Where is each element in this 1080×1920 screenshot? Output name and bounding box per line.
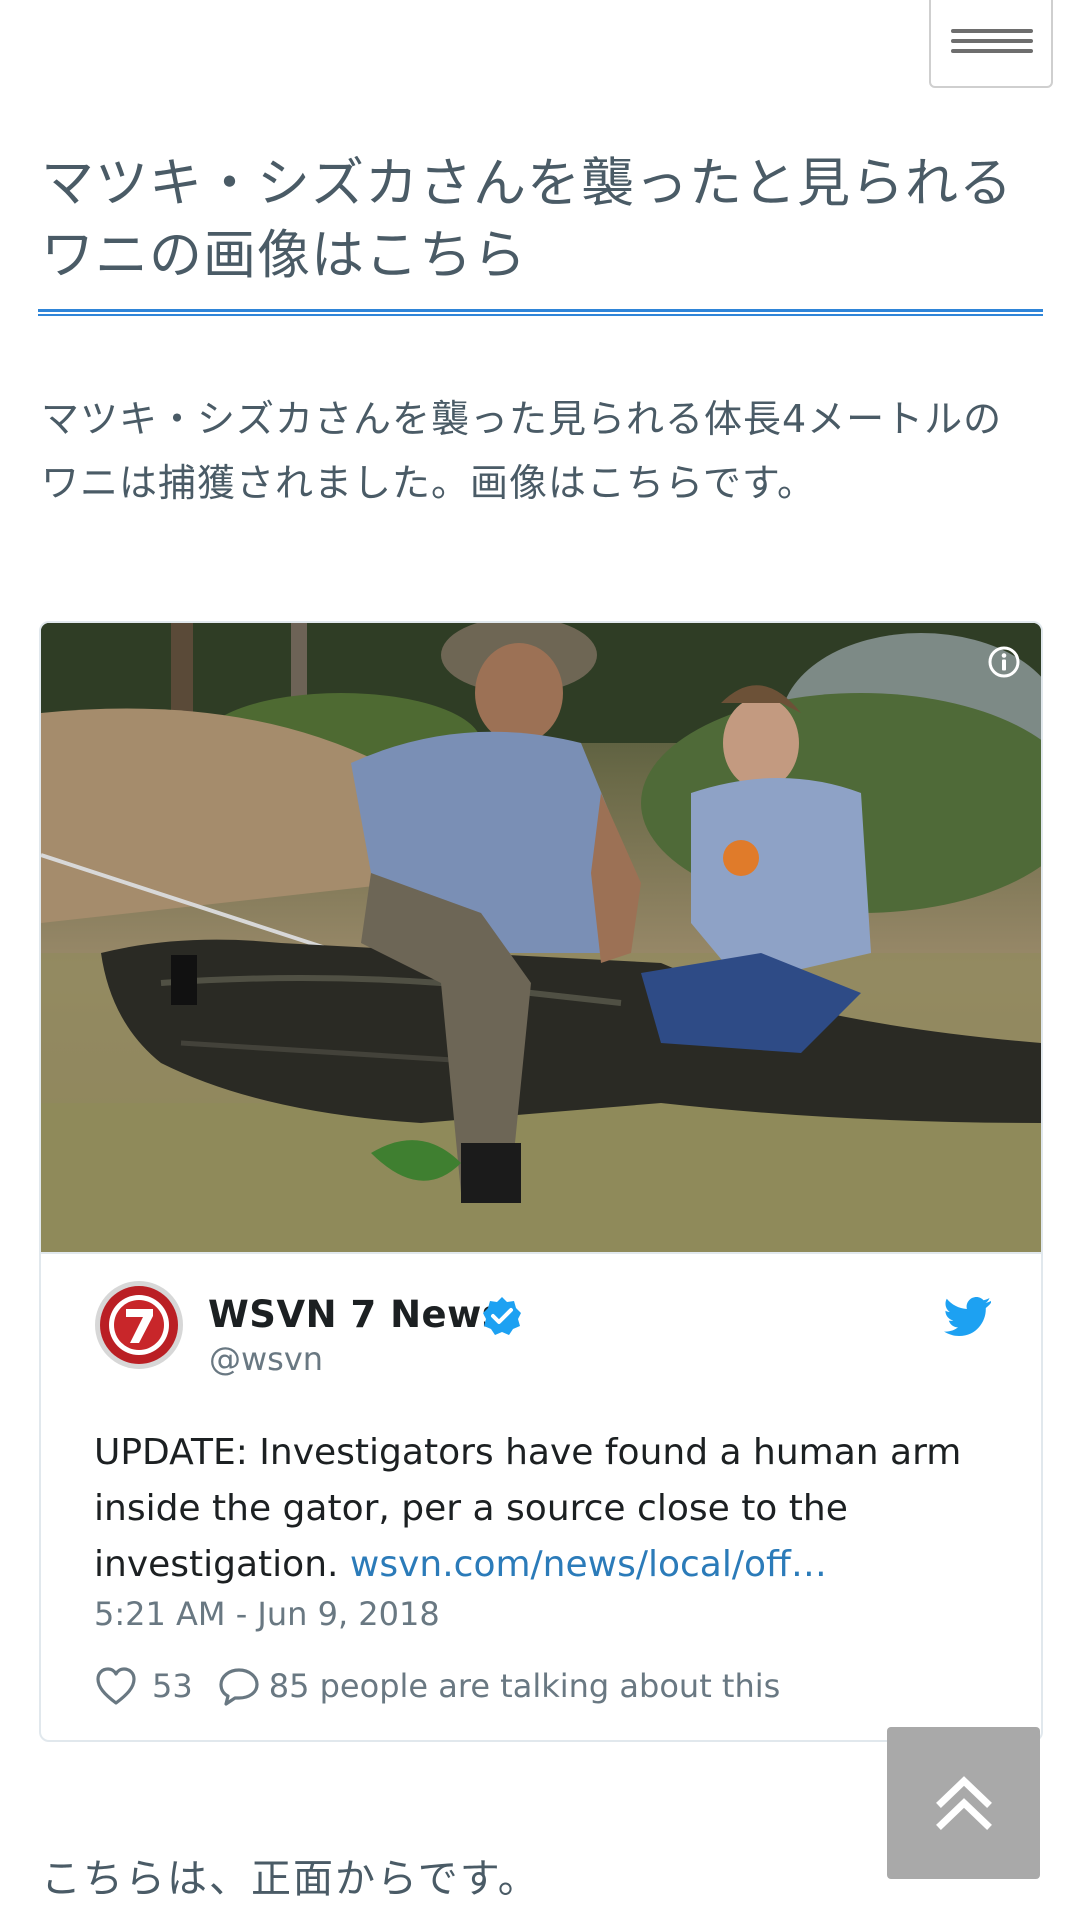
tweet-photo[interactable] — [41, 623, 1041, 1254]
info-icon[interactable] — [987, 645, 1021, 679]
embedded-tweet[interactable]: WSVN 7 News @wsvn UPDATE: Investigators … — [39, 621, 1043, 1742]
menu-button[interactable] — [929, 0, 1053, 88]
alligator-capture-photo — [41, 623, 1041, 1252]
article-lead: マツキ・シズカさんを襲った見られる体長4メートルのワニは捕獲されました。画像はこ… — [41, 397, 1003, 505]
headline-divider — [38, 309, 1043, 316]
double-chevron-up-icon — [936, 1776, 992, 1830]
back-to-top-button[interactable] — [887, 1727, 1040, 1879]
tweet-text: UPDATE: Investigators have found a human… — [94, 1425, 1014, 1593]
talking-count[interactable]: 85 people are talking about this — [269, 1667, 781, 1705]
menu-bar-icon — [951, 29, 1033, 33]
tweet-timestamp[interactable]: 5:21 AM - Jun 9, 2018 — [94, 1595, 440, 1633]
article-caption: こちらは、正面からです。 — [41, 1856, 540, 1902]
verified-badge-icon — [483, 1297, 521, 1335]
wsvn-avatar[interactable] — [93, 1279, 185, 1371]
tweet-author-name[interactable]: WSVN 7 News — [208, 1293, 504, 1336]
article-page: マツキ・シズカさんを襲ったと見られるワニの画像はこちら マツキ・シズカさんを襲っ… — [0, 0, 1080, 1920]
tweet-author-handle[interactable]: @wsvn — [209, 1340, 323, 1378]
heart-icon[interactable] — [94, 1665, 138, 1707]
menu-bar-icon — [951, 39, 1033, 43]
menu-bar-icon — [951, 49, 1033, 53]
twitter-bird-icon[interactable] — [944, 1296, 992, 1336]
like-count[interactable]: 53 — [152, 1667, 193, 1705]
article-headline: マツキ・シズカさんを襲ったと見られるワニの画像はこちら — [41, 153, 1013, 286]
tweet-actions: 53 85 people are talking about this — [94, 1663, 780, 1709]
tweet-link[interactable]: wsvn.com/news/local/off… — [350, 1544, 827, 1585]
speech-bubble-icon[interactable] — [217, 1665, 261, 1707]
